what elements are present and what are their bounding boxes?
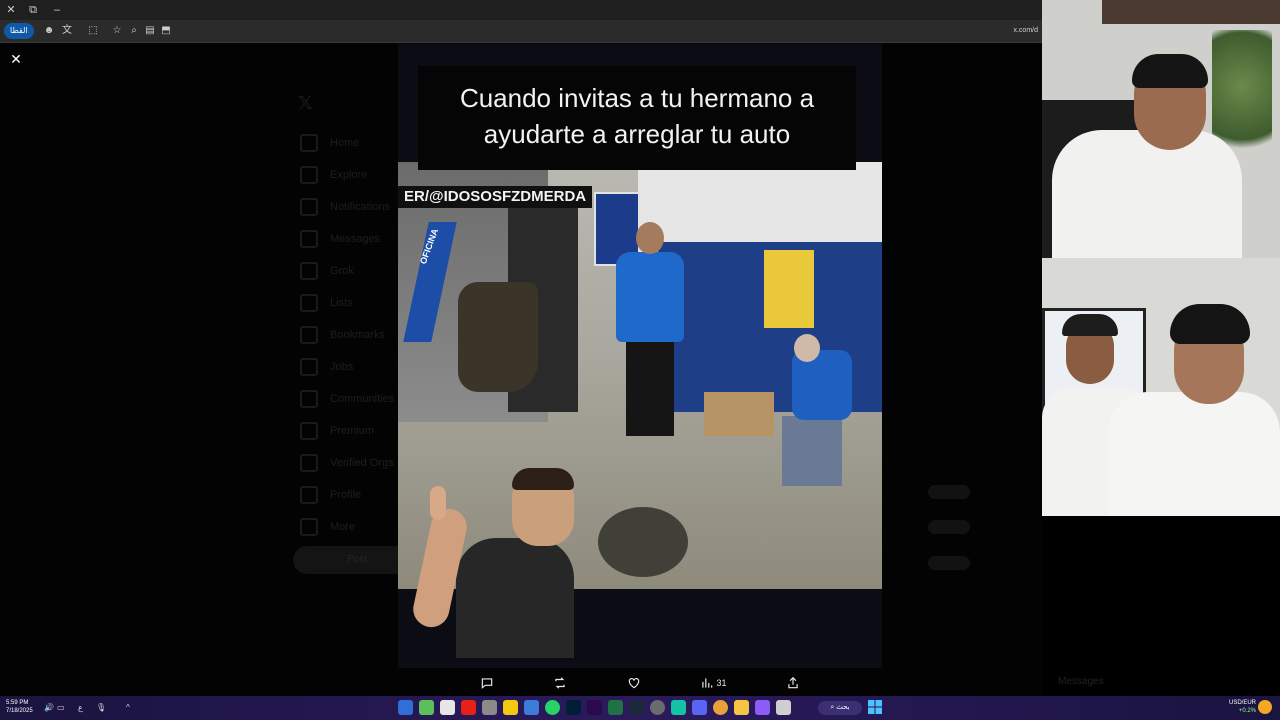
nav-lists[interactable]: Lists: [300, 287, 394, 319]
search-icon: [300, 166, 318, 184]
list-icon: [300, 294, 318, 312]
word-app-icon[interactable]: [398, 700, 413, 715]
video-caption-box: Cuando invitas a tu hermano a ayudarte a…: [418, 66, 856, 170]
tray-chevron-icon[interactable]: ^: [126, 702, 130, 714]
reply-button[interactable]: [480, 676, 494, 690]
views-chart-icon: [702, 678, 713, 688]
webcam-top: [1042, 0, 1280, 258]
repost-icon: [555, 677, 566, 689]
bell-icon: [300, 198, 318, 216]
nav-profile[interactable]: Profile: [300, 479, 394, 511]
nav-verified-orgs[interactable]: Verified Orgs: [300, 447, 394, 479]
notepad-app-icon[interactable]: [776, 700, 791, 715]
thumbs-up-avatar: [408, 468, 578, 658]
x-logo-icon: 𝕏: [298, 93, 313, 113]
more-icon: [300, 518, 318, 536]
chrome-app-icon[interactable]: [713, 700, 728, 715]
nav-communities[interactable]: Communities: [300, 383, 394, 415]
browser-titlebar: ✕ ⧉ –: [0, 0, 1042, 20]
sticky-notes-app-icon[interactable]: [503, 700, 518, 715]
nav-messages[interactable]: Messages: [300, 223, 394, 255]
nav-notifications[interactable]: Notifications: [300, 191, 394, 223]
nav-jobs[interactable]: Jobs: [300, 351, 394, 383]
repost-button[interactable]: [553, 676, 567, 690]
x-sidebar-nav: Home Explore Notifications Messages Grok…: [300, 127, 394, 543]
comment-icon: [481, 678, 493, 689]
close-media-icon[interactable]: ✕: [8, 50, 24, 68]
currency-widget[interactable]: USD/EUR +0.2%: [1229, 699, 1256, 715]
network-icon[interactable]: ▭: [57, 702, 65, 714]
windows-start-icon[interactable]: [868, 700, 882, 714]
zoom-icon[interactable]: ⌕: [127, 24, 141, 38]
post-actions: 31: [480, 672, 800, 694]
calendar-app-icon[interactable]: [440, 700, 455, 715]
nav-grok[interactable]: Grok: [300, 255, 394, 287]
bookmark-icon: [300, 326, 318, 344]
nav-home[interactable]: Home: [300, 127, 394, 159]
taskbar-apps: [398, 700, 791, 715]
follow-button[interactable]: [928, 485, 970, 499]
tab-group-pill[interactable]: القطا: [4, 23, 34, 39]
install-app-icon[interactable]: ⬒: [159, 24, 173, 38]
people-icon: [300, 390, 318, 408]
views-count: 31: [716, 678, 727, 688]
user-icon: [300, 486, 318, 504]
follow-button[interactable]: [928, 520, 970, 534]
messages-drawer[interactable]: Messages: [1058, 676, 1104, 687]
lightning-icon: [300, 454, 318, 472]
video-caption: Cuando invitas a tu hermano a ayudarte a…: [459, 83, 815, 149]
empty-panel: [1042, 516, 1280, 696]
mail-icon: [300, 230, 318, 248]
heart-icon: [628, 678, 640, 689]
copilot-app-icon[interactable]: [755, 700, 770, 715]
weather-icon[interactable]: [1258, 700, 1272, 714]
nav-bookmarks[interactable]: Bookmarks: [300, 319, 394, 351]
nav-more[interactable]: More: [300, 511, 394, 543]
nav-explore[interactable]: Explore: [300, 159, 394, 191]
extensions-icon[interactable]: ⬚: [86, 24, 100, 38]
like-button[interactable]: [627, 676, 641, 690]
video-watermark: ER/@IDOSOSFZDMERDA: [398, 186, 593, 208]
file-explorer-app-icon[interactable]: [734, 700, 749, 715]
bookmark-star-icon[interactable]: ☆: [110, 24, 124, 38]
restore-window-icon[interactable]: ⧉: [26, 3, 40, 17]
share-button[interactable]: [786, 676, 800, 690]
address-bar-url[interactable]: x.com/d: [1013, 24, 1038, 38]
youtube-app-icon[interactable]: [461, 700, 476, 715]
obs-app-icon[interactable]: [650, 700, 665, 715]
app-icon[interactable]: [671, 700, 686, 715]
nav-premium[interactable]: Premium: [300, 415, 394, 447]
premiere-app-icon[interactable]: [587, 700, 602, 715]
microphone-icon[interactable]: 🎙: [96, 702, 106, 714]
follow-button[interactable]: [928, 556, 970, 570]
home-icon: [300, 134, 318, 152]
language-indicator[interactable]: ع: [78, 702, 83, 714]
taskbar-search[interactable]: ⌕ بحث: [818, 701, 862, 715]
photoshop-app-icon[interactable]: [566, 700, 581, 715]
profile-icon[interactable]: ☻: [42, 24, 56, 38]
views-button[interactable]: 31: [700, 676, 726, 690]
close-window-icon[interactable]: ✕: [4, 3, 18, 17]
share-icon: [788, 676, 798, 689]
xbox-app-icon[interactable]: [419, 700, 434, 715]
steam-app-icon[interactable]: [629, 700, 644, 715]
microphone-app-icon[interactable]: [482, 700, 497, 715]
browser-toolbar: القطا ☻ 文 ⬚ ☆ ⌕ ▤ ⬒ x.com/d: [0, 20, 1042, 43]
volume-icon[interactable]: 🔊: [44, 702, 54, 714]
briefcase-icon: [300, 358, 318, 376]
grok-icon: [300, 262, 318, 280]
translate-icon[interactable]: 文: [60, 24, 74, 38]
x-premium-icon: [300, 422, 318, 440]
whatsapp-app-icon[interactable]: [545, 700, 560, 715]
reading-list-icon[interactable]: ▤: [143, 24, 157, 38]
discord-app-icon[interactable]: [692, 700, 707, 715]
minimize-window-icon[interactable]: –: [50, 3, 64, 17]
photos-app-icon[interactable]: [524, 700, 539, 715]
webcam-bottom: [1042, 258, 1280, 516]
video-player[interactable]: OFICINA Cuando invitas a tu hermano a ay…: [398, 44, 882, 668]
taskbar: 5:59 PM 7/18/2025 🔊 ▭ ع 🎙 ^ ⌕ بحث USD/EU…: [0, 696, 1280, 720]
taskbar-clock[interactable]: 5:59 PM 7/18/2025: [6, 699, 33, 715]
excel-app-icon[interactable]: [608, 700, 623, 715]
